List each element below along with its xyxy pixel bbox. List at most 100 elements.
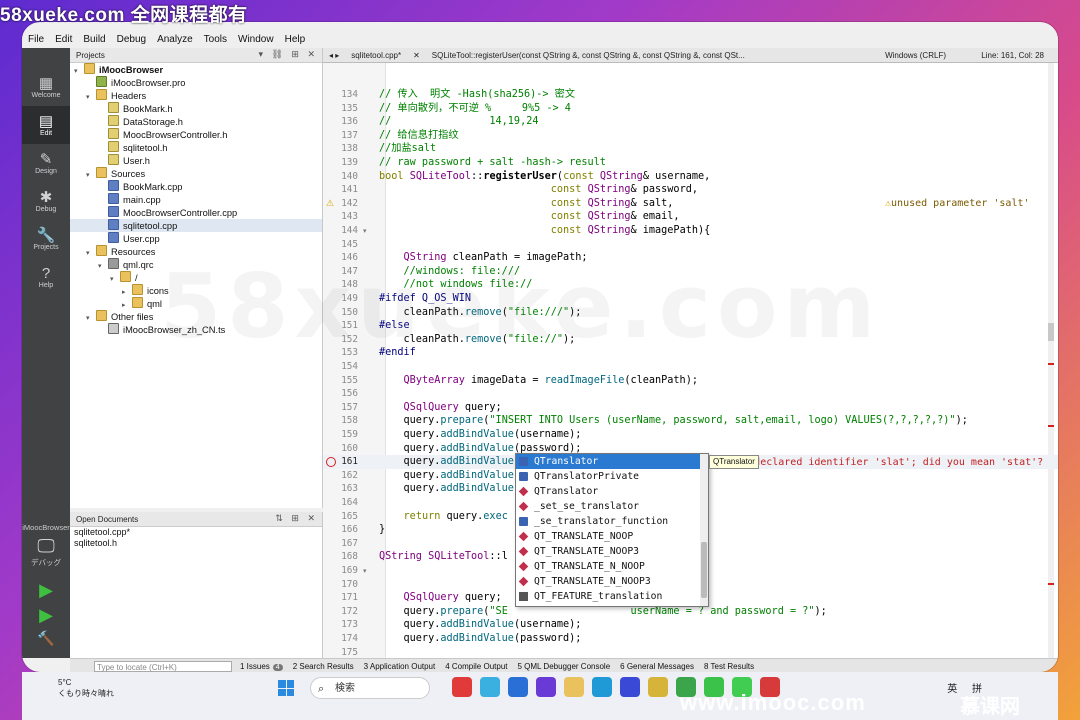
debug-run-icon[interactable]: ▶ <box>22 605 70 626</box>
tree-item[interactable]: iMoocBrowser.pro <box>70 76 322 89</box>
folder-icon[interactable] <box>564 677 584 697</box>
code-line[interactable]: QByteArray imageData = readImageFile(cle… <box>379 374 698 388</box>
code-line[interactable]: // raw password + salt -hash-> result <box>379 156 606 170</box>
mode-design[interactable]: ✎ Design <box>22 144 70 182</box>
app-icon[interactable] <box>508 677 528 697</box>
code-line[interactable]: cleanPath.remove("file:///"); <box>379 306 582 320</box>
output-pane-button[interactable]: 3 Application Output <box>364 662 436 671</box>
tree-item[interactable]: ▾ Headers <box>70 89 322 102</box>
code-line[interactable]: //windows: file:/// <box>379 265 521 279</box>
tree-item[interactable]: ▸ qml <box>70 297 322 310</box>
tree-item[interactable]: iMoocBrowser_zh_CN.ts <box>70 323 322 336</box>
code-line[interactable]: query.addBindValue(username); <box>379 428 582 442</box>
tree-item[interactable]: DataStorage.h <box>70 115 322 128</box>
completion-item[interactable]: _se_translator_function <box>516 514 708 529</box>
code-line[interactable]: const QString& email, <box>379 210 680 224</box>
code-line[interactable]: query.addBindValue <box>379 469 514 483</box>
tree-item[interactable]: BookMark.cpp <box>70 180 322 193</box>
tree-item[interactable]: MoocBrowserController.h <box>70 128 322 141</box>
completion-item[interactable]: QT_TRANSLATE_N_NOOP3 <box>516 574 708 589</box>
code-line[interactable]: // 14,19,24 <box>379 115 538 129</box>
code-line[interactable]: #else <box>379 319 410 333</box>
tree-item[interactable]: User.cpp <box>70 232 322 245</box>
tree-item[interactable]: sqlitetool.cpp <box>70 219 322 232</box>
completion-item[interactable]: QTranslatorPrivate <box>516 469 708 484</box>
completion-scrollbar[interactable] <box>700 454 708 606</box>
code-line[interactable]: // 传入 明文 -Hash(sha256)-> 密文 <box>379 88 575 102</box>
completion-item[interactable]: QT_FEATURE_translation <box>516 589 708 604</box>
code-line[interactable]: QSqlQuery query; <box>379 401 502 415</box>
tree-item[interactable]: ▾ qml.qrc <box>70 258 322 271</box>
code-line[interactable]: QSqlQuery query; <box>379 591 502 605</box>
close-file-icon[interactable]: ✕ <box>407 51 426 60</box>
expand-arrow-icon[interactable]: ▾ <box>110 275 120 283</box>
completion-item[interactable]: _set_se_translator <box>516 499 708 514</box>
tree-item[interactable]: BookMark.h <box>70 102 322 115</box>
menu-item-edit[interactable]: Edit <box>55 34 72 45</box>
completion-item[interactable]: QT_TRANSLATE_NOOP3 <box>516 544 708 559</box>
output-pane-button[interactable]: 4 Compile Output <box>445 662 507 671</box>
expand-arrow-icon[interactable]: ▾ <box>74 67 84 75</box>
start-icon[interactable] <box>278 680 294 696</box>
warning-icon[interactable]: ⚠ <box>326 198 334 209</box>
expand-arrow-icon[interactable]: ▸ <box>122 288 132 296</box>
code-line[interactable]: bool SQLiteTool::registerUser(const QStr… <box>379 170 710 184</box>
output-pane-button[interactable]: 2 Search Results <box>293 662 354 671</box>
editor-scrollbar[interactable] <box>1048 63 1054 658</box>
tree-item[interactable]: main.cpp <box>70 193 322 206</box>
code-line[interactable]: QString cleanPath = imagePath; <box>379 251 588 265</box>
pane-tools[interactable]: ▾ ⛓ ⊞ ✕ <box>258 49 318 60</box>
mode-debug[interactable]: ✱ Debug <box>22 182 70 220</box>
tree-item[interactable]: User.h <box>70 154 322 167</box>
expand-arrow-icon[interactable]: ▾ <box>86 93 96 101</box>
mode-welcome[interactable]: ▦ Welcome <box>22 68 70 106</box>
menu-item-build[interactable]: Build <box>83 34 105 45</box>
menu-item-debug[interactable]: Debug <box>117 34 146 45</box>
menu-item-file[interactable]: File <box>28 34 44 45</box>
code-line[interactable]: // 单向散列，不可逆 % 9%5 -> 4 <box>379 102 571 116</box>
build-hammer-icon[interactable]: 🔨 <box>22 630 70 647</box>
code-line[interactable]: //not windows file:// <box>379 278 533 292</box>
run-icon[interactable]: ▶ <box>22 580 70 601</box>
mode-edit[interactable]: ▤ Edit <box>22 106 70 144</box>
output-pane-button[interactable]: 1 Issues 4 <box>240 662 283 671</box>
code-line[interactable]: const QString& password, <box>379 183 698 197</box>
completion-item[interactable]: QT_TRANSLATE_NOOP <box>516 529 708 544</box>
code-line[interactable]: #ifdef Q_OS_WIN <box>379 292 471 306</box>
code-line[interactable]: const QString& imagePath){ <box>379 224 710 238</box>
tree-item[interactable]: ▾ Resources <box>70 245 322 258</box>
output-pane-button[interactable]: 5 QML Debugger Console <box>518 662 611 671</box>
mode-help[interactable]: ? Help <box>22 258 70 296</box>
code-line[interactable]: // 给信息打指纹 <box>379 129 459 143</box>
expand-arrow-icon[interactable]: ▾ <box>86 249 96 257</box>
open-documents-tools[interactable]: ⇅ ⊞ ✕ <box>275 513 318 524</box>
code-line[interactable]: } <box>379 523 385 537</box>
edge-icon[interactable] <box>592 677 612 697</box>
output-pane-button[interactable]: 8 Test Results <box>704 662 754 671</box>
code-line[interactable]: const QString& salt, <box>379 197 674 211</box>
fold-marker-icon[interactable]: ▾ <box>363 227 367 235</box>
output-pane-button[interactable]: 6 General Messages <box>620 662 694 671</box>
menu-item-help[interactable]: Help <box>285 34 306 45</box>
app-icon[interactable] <box>648 677 668 697</box>
expand-arrow-icon[interactable]: ▾ <box>86 314 96 322</box>
fold-marker-icon[interactable]: ▾ <box>363 567 367 575</box>
app-icon[interactable] <box>620 677 640 697</box>
tree-item[interactable]: ▾ Sources <box>70 167 322 180</box>
code-line[interactable]: #endif <box>379 346 416 360</box>
tree-item[interactable]: ▾ / <box>70 271 322 284</box>
code-line[interactable]: query.prepare("INSERT INTO Users (userNa… <box>379 414 968 428</box>
menu-item-tools[interactable]: Tools <box>204 34 227 45</box>
file-tab[interactable]: sqlitetool.cpp* <box>345 51 407 60</box>
tree-item[interactable]: MoocBrowserController.cpp <box>70 206 322 219</box>
weather-widget[interactable]: 5°C くもり時々晴れ <box>58 677 114 699</box>
mode-projects[interactable]: 🔧 Projects <box>22 220 70 258</box>
open-document-item[interactable]: sqlitetool.h <box>70 538 322 549</box>
completion-item[interactable]: QTranslator <box>516 484 708 499</box>
menu-item-analyze[interactable]: Analyze <box>157 34 193 45</box>
tree-item[interactable]: ▸ icons <box>70 284 322 297</box>
code-line[interactable]: return query.exec <box>379 510 508 524</box>
code-line[interactable]: cleanPath.remove("file://"); <box>379 333 576 347</box>
completion-item[interactable]: QT_TRANSLATE_N_NOOP <box>516 559 708 574</box>
symbol-selector[interactable]: SQLiteTool::registerUser(const QString &… <box>426 51 751 60</box>
